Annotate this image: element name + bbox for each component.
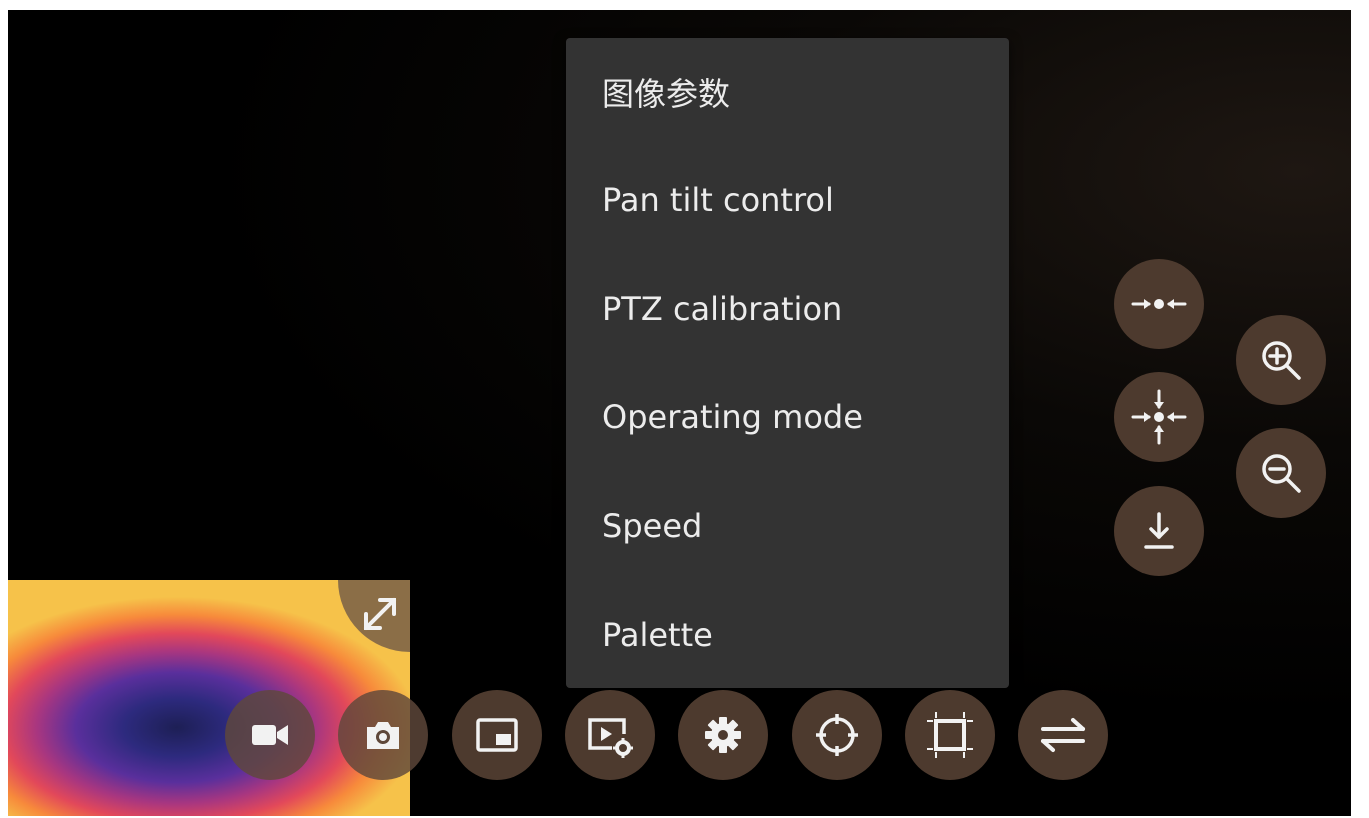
video-camera-icon: [248, 713, 292, 757]
menu-item-operating-mode[interactable]: Operating mode: [566, 363, 1009, 471]
center-horizontal-icon: [1129, 289, 1189, 319]
swap-arrows-icon: [1037, 713, 1089, 757]
crosshair-icon: [812, 710, 862, 760]
center-horizontal-button[interactable]: [1114, 259, 1204, 349]
download-icon: [1137, 509, 1181, 553]
menu-item-label: Pan tilt control: [602, 181, 834, 219]
swap-button[interactable]: [1018, 690, 1108, 780]
zoom-out-button[interactable]: [1236, 428, 1326, 518]
center-all-button[interactable]: [1114, 372, 1204, 462]
zoom-in-icon: [1257, 336, 1305, 384]
menu-item-label: Palette: [602, 616, 713, 654]
gear-icon: [701, 713, 745, 757]
picture-in-picture-icon: [473, 711, 521, 759]
settings-button[interactable]: [678, 690, 768, 780]
menu-item-label: Speed: [602, 507, 703, 545]
menu-item-image-params[interactable]: 图像参数: [566, 38, 1009, 146]
menu-item-palette[interactable]: Palette: [566, 581, 1009, 689]
popup-menu: 图像参数 Pan tilt control PTZ calibration Op…: [566, 38, 1009, 688]
crosshair-button[interactable]: [792, 690, 882, 780]
camera-view: 图像参数 Pan tilt control PTZ calibration Op…: [8, 10, 1351, 816]
zoom-in-button[interactable]: [1236, 315, 1326, 405]
frame-select-button[interactable]: [905, 690, 995, 780]
menu-item-label: Operating mode: [602, 398, 863, 436]
menu-item-ptz-calibration[interactable]: PTZ calibration: [566, 255, 1009, 363]
take-photo-button[interactable]: [338, 690, 428, 780]
frame-select-icon: [924, 709, 976, 761]
picture-in-picture-button[interactable]: [452, 690, 542, 780]
expand-diagonal-icon: [358, 592, 402, 640]
menu-item-label: PTZ calibration: [602, 290, 843, 328]
menu-item-pan-tilt-control[interactable]: Pan tilt control: [566, 146, 1009, 254]
playback-settings-icon: [585, 710, 635, 760]
record-video-button[interactable]: [225, 690, 315, 780]
menu-item-label: 图像参数: [602, 75, 731, 113]
center-all-icon: [1129, 387, 1189, 447]
menu-item-speed[interactable]: Speed: [566, 472, 1009, 580]
zoom-out-icon: [1257, 449, 1305, 497]
download-button[interactable]: [1114, 486, 1204, 576]
camera-icon: [361, 713, 405, 757]
playback-settings-button[interactable]: [565, 690, 655, 780]
